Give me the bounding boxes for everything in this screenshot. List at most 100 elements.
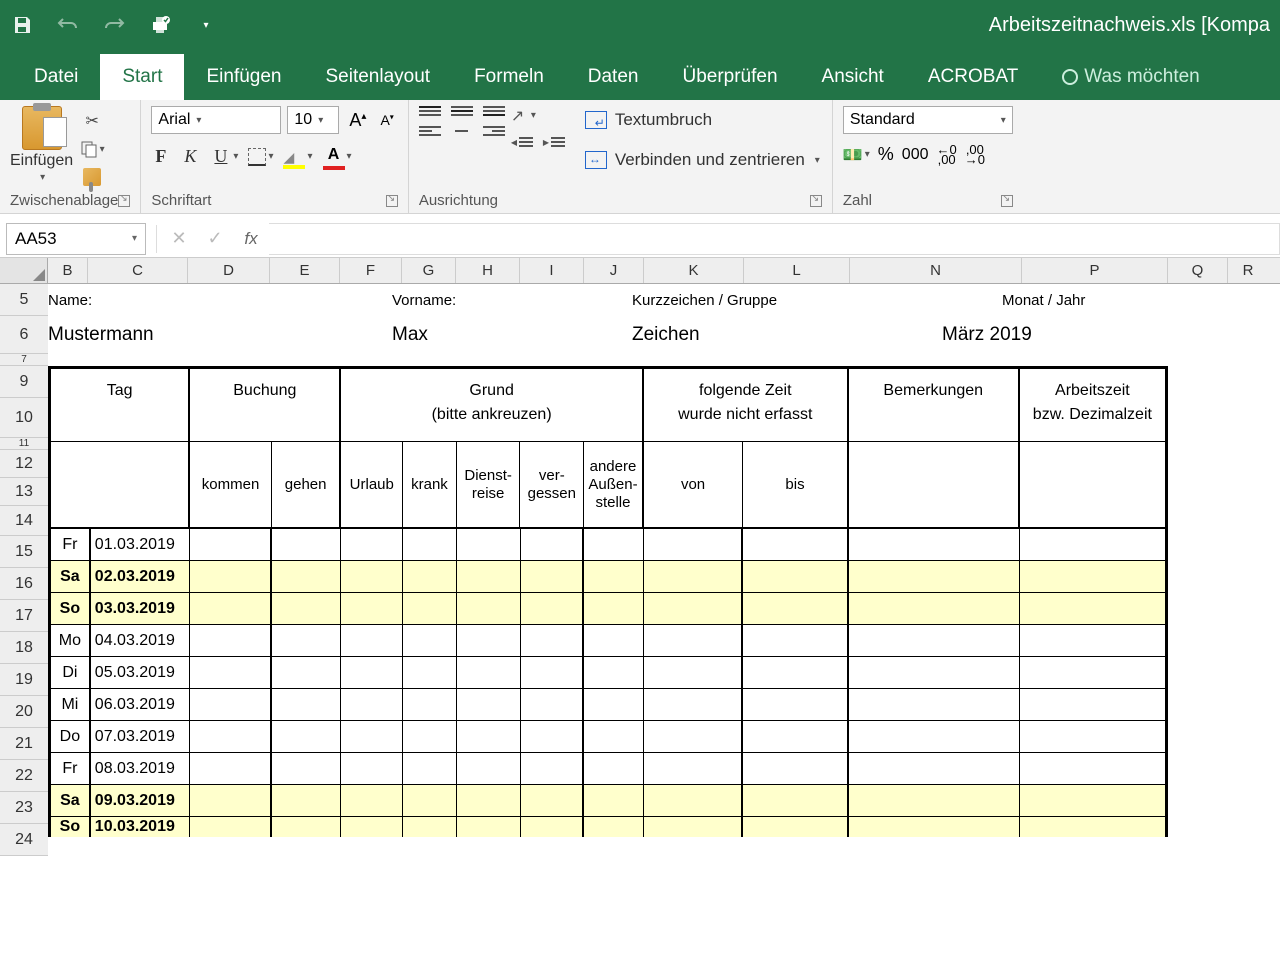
table-cell[interactable] — [849, 785, 1020, 816]
table-cell[interactable] — [190, 625, 272, 656]
font-name-combo[interactable]: Arial▾ — [151, 106, 281, 134]
table-cell[interactable] — [743, 593, 848, 624]
table-cell[interactable] — [190, 657, 272, 688]
formula-input[interactable] — [269, 223, 1280, 255]
table-cell[interactable] — [584, 625, 644, 656]
tab-einfuegen[interactable]: Einfügen — [184, 54, 303, 100]
table-row[interactable]: So03.03.2019 — [51, 593, 1165, 625]
merge-center-button[interactable]: Verbinden und zentrieren▾ — [583, 146, 822, 174]
table-row[interactable]: Do07.03.2019 — [51, 721, 1165, 753]
table-cell[interactable] — [849, 817, 1020, 837]
table-cell[interactable] — [644, 785, 743, 816]
table-cell[interactable] — [743, 657, 848, 688]
increase-decimal-button[interactable]: ←0,00 — [937, 145, 957, 165]
copy-button[interactable]: ▾ — [79, 138, 105, 160]
table-cell[interactable]: Mi — [51, 689, 91, 720]
table-cell[interactable] — [272, 593, 342, 624]
table-cell[interactable] — [584, 785, 644, 816]
table-cell[interactable] — [403, 753, 457, 784]
row-header[interactable]: 19 — [0, 664, 48, 696]
table-row[interactable]: Di05.03.2019 — [51, 657, 1165, 689]
table-cell[interactable] — [584, 657, 644, 688]
row-header[interactable]: 11 — [0, 438, 48, 450]
table-cell[interactable] — [584, 593, 644, 624]
table-cell[interactable] — [272, 625, 342, 656]
table-cell[interactable] — [644, 753, 743, 784]
qat-customize-icon[interactable]: ▾ — [194, 13, 218, 37]
chevron-down-icon[interactable]: ▾ — [347, 151, 352, 162]
orientation-button[interactable] — [511, 106, 529, 124]
font-color-button[interactable]: A — [323, 148, 345, 166]
font-size-combo[interactable]: 10▾ — [287, 106, 339, 134]
table-cell[interactable] — [457, 817, 521, 837]
increase-indent-button[interactable] — [543, 134, 565, 150]
table-cell[interactable] — [1020, 625, 1165, 656]
table-cell[interactable]: 04.03.2019 — [91, 625, 190, 656]
table-cell[interactable] — [341, 593, 403, 624]
tab-acrobat[interactable]: ACROBAT — [906, 54, 1040, 100]
table-cell[interactable] — [849, 689, 1020, 720]
table-cell[interactable] — [644, 689, 743, 720]
table-cell[interactable]: 01.03.2019 — [91, 529, 190, 560]
col-header[interactable]: G — [402, 258, 456, 283]
tab-formeln[interactable]: Formeln — [452, 54, 566, 100]
table-cell[interactable] — [403, 561, 457, 592]
fill-color-button[interactable] — [283, 149, 305, 165]
tab-daten[interactable]: Daten — [566, 54, 661, 100]
table-cell[interactable] — [743, 689, 848, 720]
col-header[interactable]: B — [48, 258, 88, 283]
table-cell[interactable]: Fr — [51, 529, 91, 560]
table-cell[interactable] — [743, 817, 848, 837]
table-cell[interactable] — [644, 593, 743, 624]
table-cell[interactable] — [521, 657, 585, 688]
wrap-text-button[interactable]: Textumbruch — [583, 106, 822, 134]
table-cell[interactable] — [644, 561, 743, 592]
col-header[interactable]: C — [88, 258, 188, 283]
table-cell[interactable] — [341, 753, 403, 784]
table-cell[interactable] — [644, 657, 743, 688]
table-cell[interactable] — [584, 689, 644, 720]
table-cell[interactable]: 08.03.2019 — [91, 753, 190, 784]
row-header[interactable]: 17 — [0, 600, 48, 632]
save-icon[interactable] — [10, 13, 34, 37]
accounting-format-button[interactable] — [843, 145, 863, 165]
table-cell[interactable] — [584, 561, 644, 592]
tab-ansicht[interactable]: Ansicht — [800, 54, 906, 100]
table-cell[interactable] — [849, 561, 1020, 592]
table-cell[interactable] — [1020, 689, 1165, 720]
dialog-launcher-icon[interactable] — [810, 195, 822, 207]
table-cell[interactable] — [403, 625, 457, 656]
table-cell[interactable]: Sa — [51, 561, 91, 592]
table-cell[interactable]: 07.03.2019 — [91, 721, 190, 752]
cut-button[interactable] — [79, 110, 105, 132]
table-cell[interactable] — [341, 625, 403, 656]
table-cell[interactable] — [457, 593, 521, 624]
borders-button[interactable] — [248, 148, 266, 166]
table-cell[interactable] — [190, 689, 272, 720]
name-box[interactable]: AA53▾ — [6, 223, 146, 255]
col-header[interactable]: D — [188, 258, 270, 283]
row-header[interactable]: 21 — [0, 728, 48, 760]
table-cell[interactable] — [341, 721, 403, 752]
table-cell[interactable] — [1020, 561, 1165, 592]
table-cell[interactable] — [644, 721, 743, 752]
table-cell[interactable] — [1020, 593, 1165, 624]
table-cell[interactable] — [743, 753, 848, 784]
thousands-sep-button[interactable]: 000 — [902, 146, 929, 164]
table-cell[interactable]: So — [51, 817, 91, 837]
col-header[interactable]: J — [584, 258, 644, 283]
table-cell[interactable] — [584, 753, 644, 784]
table-cell[interactable] — [272, 529, 342, 560]
table-cell[interactable]: 10.03.2019 — [91, 817, 190, 837]
table-cell[interactable] — [457, 689, 521, 720]
table-cell[interactable]: Mo — [51, 625, 91, 656]
col-header[interactable]: F — [340, 258, 402, 283]
row-header[interactable]: 22 — [0, 760, 48, 792]
decrease-indent-button[interactable] — [511, 134, 533, 150]
table-cell[interactable] — [743, 561, 848, 592]
align-left-button[interactable] — [419, 126, 441, 136]
confirm-formula-button[interactable]: ✓ — [197, 225, 233, 253]
table-cell[interactable] — [644, 529, 743, 560]
percent-format-button[interactable]: % — [878, 144, 894, 165]
table-cell[interactable] — [743, 529, 848, 560]
